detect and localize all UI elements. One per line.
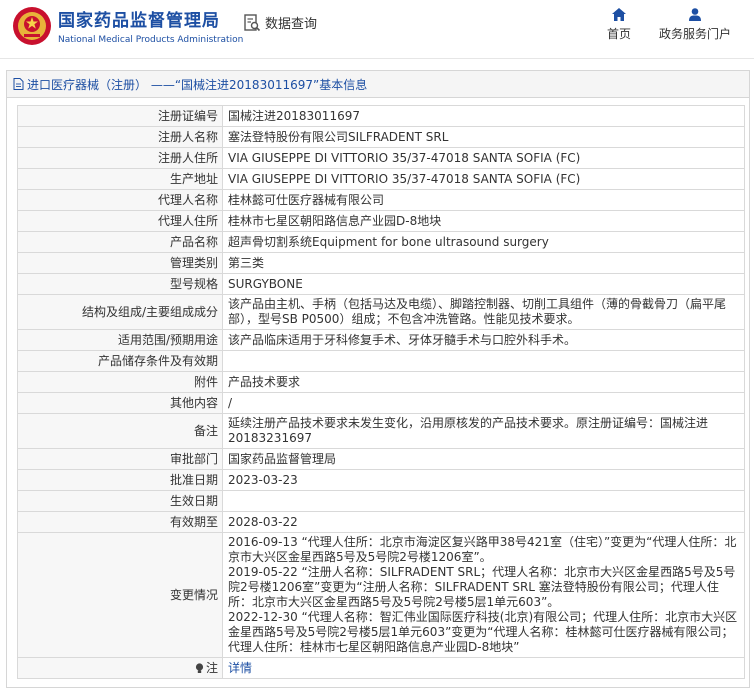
row-value: 桂林懿可仕医疗器械有限公司: [222, 189, 745, 211]
search-document-icon: [244, 13, 261, 31]
row-value: 2023-03-23: [222, 469, 745, 491]
row-label: 产品储存条件及有效期: [17, 350, 223, 372]
table-row: 审批部门 国家药品监督管理局: [17, 448, 745, 470]
row-label: 变更情况: [17, 532, 223, 658]
row-value: 超声骨切割系统Equipment for bone ultrasound sur…: [222, 231, 745, 253]
row-value: [222, 350, 745, 372]
brand[interactable]: 国家药品监督管理局 National Medical Products Admi…: [58, 6, 243, 45]
detail-panel: 进口医疗器械（注册） ——“国械注进20183011697”基本信息 注册证编号…: [6, 70, 750, 688]
row-value: 该产品临床适用于牙科修复手术、牙体牙髓手术与口腔外科手术。: [222, 329, 745, 351]
row-value: 桂林市七星区朝阳路信息产业园D-8地块: [222, 210, 745, 232]
table-row: 管理类别 第三类: [17, 252, 745, 274]
user-icon: [689, 8, 701, 21]
data-search-label: 数据查询: [265, 17, 318, 32]
row-value: /: [222, 392, 745, 414]
table-row: 其他内容 /: [17, 392, 745, 414]
row-label: 生产地址: [17, 168, 223, 190]
table-row: 代理人住所 桂林市七星区朝阳路信息产业园D-8地块: [17, 210, 745, 232]
row-label: 注册证编号: [17, 105, 223, 127]
row-value: 详情: [222, 657, 745, 679]
table-row: 注 详情: [17, 657, 745, 679]
home-icon: [612, 8, 626, 21]
nav-gov-portal[interactable]: 政务服务门户: [659, 8, 731, 42]
table-row: 生产地址 VIA GIUSEPPE DI VITTORIO 35/37-47018…: [17, 168, 745, 190]
document-icon: [13, 78, 24, 90]
data-search-link[interactable]: 数据查询: [243, 13, 317, 32]
nav-home-label: 首页: [607, 27, 632, 41]
row-label: 注册人名称: [17, 126, 223, 148]
national-emblem-logo[interactable]: [12, 6, 52, 46]
brand-subtitle: National Medical Products Administration: [58, 35, 244, 45]
details-link[interactable]: 详情: [228, 661, 252, 675]
row-label: 审批部门: [17, 448, 223, 470]
row-label: 附件: [17, 371, 223, 393]
row-value: 塞法登特股份有限公司SILFRADENT SRL: [222, 126, 745, 148]
row-value: 该产品由主机、手柄（包括马达及电缆）、脚踏控制器、切削工具组件（薄的骨截骨刀（扁…: [222, 294, 745, 330]
row-label: 代理人名称: [17, 189, 223, 211]
row-label: 其他内容: [17, 392, 223, 414]
table-row: 型号规格 SURGYBONE: [17, 273, 745, 295]
change-history: 2016-09-13 “代理人住所：北京市海淀区复兴路甲38号421室（住宅）”…: [222, 532, 745, 658]
row-label: 代理人住所: [17, 210, 223, 232]
row-label: 型号规格: [17, 273, 223, 295]
table-row: 附件 产品技术要求: [17, 371, 745, 393]
row-label: 管理类别: [17, 252, 223, 274]
table-row: 注册人住所 VIA GIUSEPPE DI VITTORIO 35/37-4701…: [17, 147, 745, 169]
table-row: 适用范围/预期用途 该产品临床适用于牙科修复手术、牙体牙髓手术与口腔外科手术。: [17, 329, 745, 351]
row-value: VIA GIUSEPPE DI VITTORIO 35/37-47018 SAN…: [222, 168, 745, 190]
table-row: 批准日期 2023-03-23: [17, 469, 745, 491]
table-row: 结构及组成/主要组成成分 该产品由主机、手柄（包括马达及电缆）、脚踏控制器、切削工…: [17, 294, 745, 330]
row-value: 延续注册产品技术要求未发生变化，沿用原核发的产品技术要求。原注册证编号：国械注进…: [222, 413, 745, 449]
row-label: 有效期至: [17, 511, 223, 533]
table-row: 变更情况 2016-09-13 “代理人住所：北京市海淀区复兴路甲38号421室（…: [17, 532, 745, 658]
brand-title: 国家药品监督管理局: [58, 11, 220, 31]
lightbulb-icon: [195, 662, 204, 673]
row-label: 注册人住所: [17, 147, 223, 169]
table-row: 产品名称 超声骨切割系统Equipment for bone ultrasound…: [17, 231, 745, 253]
table-row: 备注 延续注册产品技术要求未发生变化，沿用原核发的产品技术要求。原注册证编号：国械…: [17, 413, 745, 449]
row-label: 适用范围/预期用途: [17, 329, 223, 351]
row-value: [222, 490, 745, 512]
row-label: 结构及组成/主要组成成分: [17, 294, 223, 330]
row-label: 备注: [17, 413, 223, 449]
row-label: 注: [205, 660, 218, 675]
row-value: 国械注进20183011697: [222, 105, 745, 127]
row-label: 产品名称: [17, 231, 223, 253]
table-row: 代理人名称 桂林懿可仕医疗器械有限公司: [17, 189, 745, 211]
table-row: 生效日期: [17, 490, 745, 512]
info-table: 注册证编号 国械注进20183011697 注册人名称 塞法登特股份有限公司SILF…: [17, 105, 745, 679]
row-value: 产品技术要求: [222, 371, 745, 393]
row-value: 2028-03-22: [222, 511, 745, 533]
row-value: 国家药品监督管理局: [222, 448, 745, 470]
nav-home[interactable]: 首页: [607, 8, 631, 42]
table-row: 产品储存条件及有效期: [17, 350, 745, 372]
table-row: 注册人名称 塞法登特股份有限公司SILFRADENT SRL: [17, 126, 745, 148]
site-header: 国家药品监督管理局 National Medical Products Admi…: [0, 0, 754, 59]
row-value: SURGYBONE: [222, 273, 745, 295]
panel-title-bar: 进口医疗器械（注册） ——“国械注进20183011697”基本信息: [7, 71, 749, 98]
note-label-cell: 注: [17, 657, 223, 679]
row-value: VIA GIUSEPPE DI VITTORIO 35/37-47018 SAN…: [222, 147, 745, 169]
row-label: 生效日期: [17, 490, 223, 512]
row-label: 批准日期: [17, 469, 223, 491]
panel-title: 进口医疗器械（注册） ——“国械注进20183011697”基本信息: [27, 77, 368, 92]
row-value: 第三类: [222, 252, 745, 274]
nav-gov-portal-label: 政务服务门户: [659, 27, 732, 41]
table-row: 有效期至 2028-03-22: [17, 511, 745, 533]
table-row: 注册证编号 国械注进20183011697: [17, 105, 745, 127]
